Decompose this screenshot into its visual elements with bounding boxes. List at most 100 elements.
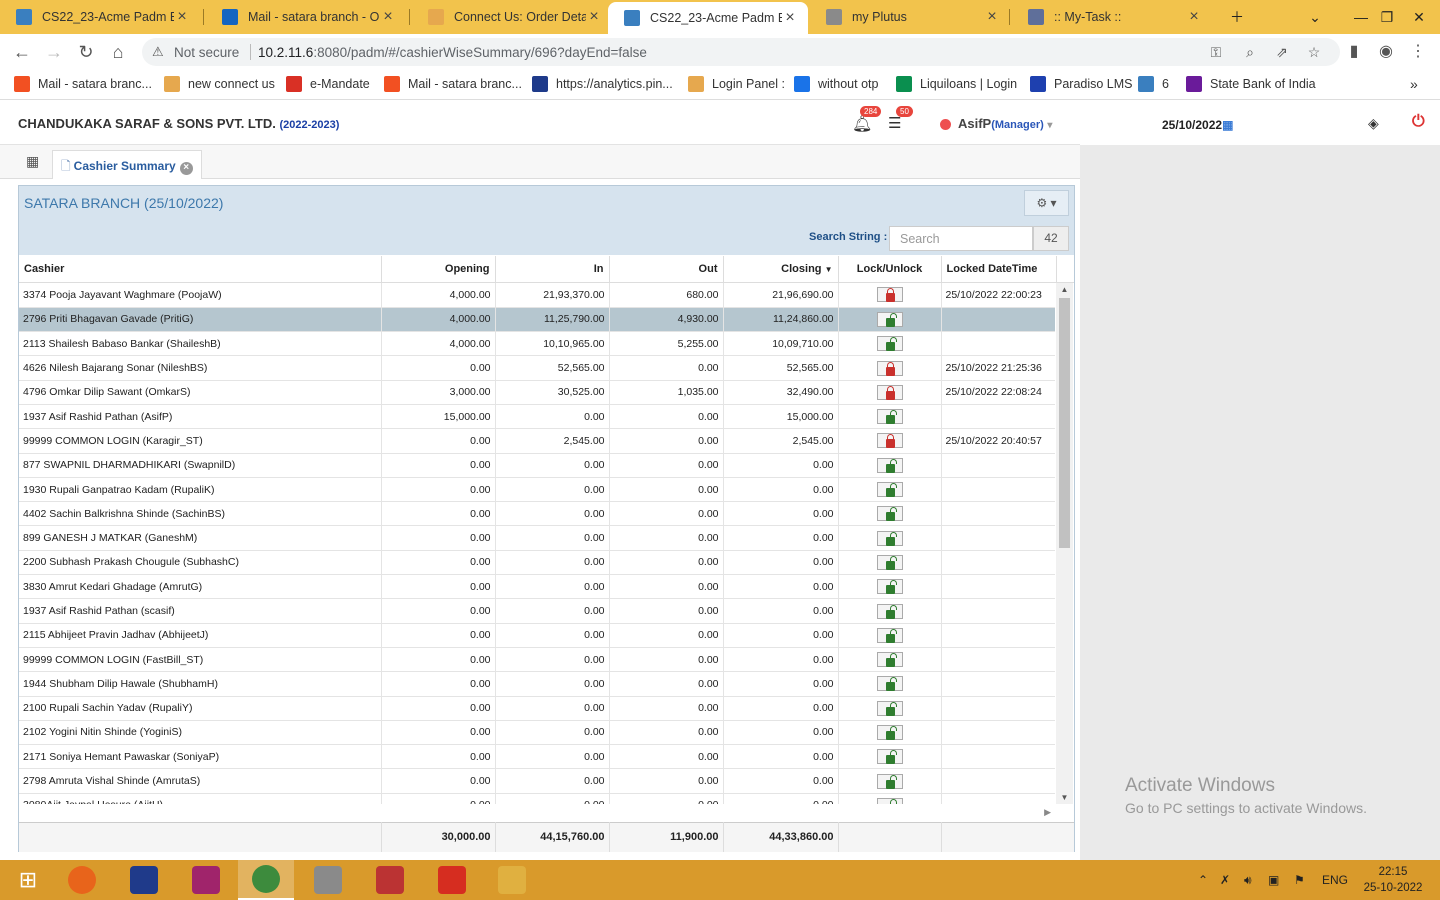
table-row[interactable]: 1930 Rupali Ganpatrao Kadam (RupaliK) 0.0… bbox=[19, 477, 1055, 503]
table-row[interactable]: 2798 Amruta Vishal Shinde (AmrutaS) 0.00 0… bbox=[19, 768, 1055, 794]
user-menu[interactable]: AsifP(Manager) ▾ bbox=[958, 116, 1052, 131]
lock-icon[interactable] bbox=[876, 360, 903, 376]
search-input[interactable] bbox=[889, 226, 1033, 251]
browser-tab[interactable]: Connect Us: Order Details × bbox=[412, 0, 612, 34]
table-row[interactable]: 1937 Asif Rashid Pathan (AsifP) 15,000.00… bbox=[19, 404, 1055, 430]
tool-app-icon[interactable] bbox=[362, 860, 418, 900]
calendar-icon[interactable]: ▦ bbox=[1222, 118, 1233, 132]
table-row[interactable]: 3830 Amrut Kedari Ghadage (AmrutG) 0.00 0.… bbox=[19, 574, 1055, 600]
back-icon[interactable]: ← bbox=[8, 38, 36, 66]
power-icon[interactable]: ⏻ bbox=[1412, 113, 1425, 131]
windows-start-icon[interactable]: ⊞ bbox=[0, 860, 56, 900]
table-row[interactable]: 3080Ajit Jaypal Hasure (AjitH)0.000.000.… bbox=[19, 793, 1055, 804]
browser-tab[interactable]: CS22_23-Acme Padm ERP× bbox=[0, 0, 200, 34]
firefox-icon[interactable] bbox=[54, 860, 110, 900]
unlock-icon[interactable] bbox=[876, 773, 903, 789]
bookmark-item[interactable]: Liquiloans | Login bbox=[896, 76, 1017, 92]
col-cashier[interactable]: Cashier bbox=[19, 256, 382, 283]
bell-icon[interactable]: 🔔︎ bbox=[852, 114, 872, 134]
browser-tab[interactable]: :: My-Task :: × bbox=[1012, 0, 1212, 34]
bookmark-item[interactable]: Login Panel : bbox=[688, 76, 785, 92]
unlock-icon[interactable] bbox=[876, 603, 903, 619]
bookmark-item[interactable]: Paradiso LMS bbox=[1030, 76, 1133, 92]
table-row[interactable]: 2796 Priti Bhagavan Gavade (PritiG) 4,000… bbox=[19, 307, 1055, 333]
close-tab-icon[interactable]: × bbox=[782, 9, 798, 27]
sidepanel-icon[interactable]: ▮ bbox=[1340, 38, 1368, 66]
bookmark-item[interactable]: without otp bbox=[794, 76, 878, 92]
url-field[interactable]: ⚠ Not secure 10.2.11.6:8080/padm/#/cashi… bbox=[142, 38, 1340, 66]
scroll-thumb[interactable] bbox=[1059, 298, 1070, 548]
table-row[interactable]: 2200 Subhash Prakash Chougule (SubhashC)… bbox=[19, 550, 1055, 576]
menu-icon[interactable]: ⋮ bbox=[1404, 38, 1432, 66]
table-row[interactable]: 4796 Omkar Dilip Sawant (OmkarS) 3,000.00… bbox=[19, 380, 1055, 405]
table-row[interactable]: 3374 Pooja Jayavant Waghmare (PoojaW) 4,0… bbox=[19, 283, 1055, 308]
unlock-icon[interactable] bbox=[876, 530, 903, 546]
table-row[interactable]: 99999 COMMON LOGIN (Karagir_ST) 0.00 2,545… bbox=[19, 428, 1055, 454]
unlock-icon[interactable] bbox=[876, 336, 903, 352]
browser-tab[interactable]: my Plutus × bbox=[810, 0, 1010, 34]
alert-icon[interactable]: ⚑ bbox=[1294, 860, 1305, 900]
browser-tab[interactable]: CS22_23-Acme Padm ERP× bbox=[608, 2, 808, 34]
bookmark-item[interactable]: new connect us bbox=[164, 76, 275, 92]
col-opening[interactable]: Opening bbox=[381, 256, 496, 283]
bookmark-item[interactable]: Mail - satara branc... bbox=[384, 76, 522, 92]
table-row[interactable]: 4402 Sachin Balkrishna Shinde (SachinBS)… bbox=[19, 501, 1055, 527]
language-indicator[interactable]: ENG bbox=[1322, 860, 1348, 900]
forward-icon[interactable]: → bbox=[40, 38, 68, 66]
table-row[interactable]: 2115 Abhijeet Pravin Jadhav (AbhijeetJ) 0… bbox=[19, 623, 1055, 648]
scroll-up-icon[interactable]: ▲ bbox=[1056, 285, 1073, 294]
business-date[interactable]: 25/10/2022▦ bbox=[1162, 118, 1233, 132]
network-icon[interactable]: ▣ bbox=[1268, 860, 1279, 900]
table-row[interactable]: 899 GANESH J MATKAR (GaneshM) 0.00 0.00 0.0… bbox=[19, 525, 1055, 551]
unlock-icon[interactable] bbox=[876, 700, 903, 716]
lock-icon[interactable] bbox=[876, 384, 903, 400]
tab-cashier-summary[interactable]: 🗋︎ Cashier Summary × bbox=[52, 150, 202, 179]
vnc-icon[interactable] bbox=[116, 860, 172, 900]
zoom-icon[interactable]: ⌕ bbox=[1240, 44, 1260, 61]
scroll-right-icon[interactable]: ▶ bbox=[1044, 807, 1051, 818]
unlock-icon[interactable] bbox=[876, 506, 903, 522]
col-in[interactable]: In bbox=[495, 256, 610, 283]
tray-app-icon[interactable]: ✗ bbox=[1220, 860, 1230, 900]
camera-app-icon[interactable] bbox=[178, 860, 234, 900]
close-tab-icon[interactable]: × bbox=[984, 8, 1000, 26]
printer-icon[interactable] bbox=[300, 860, 356, 900]
table-row[interactable]: 2100 Rupali Sachin Yadav (RupaliY) 0.00 0.… bbox=[19, 696, 1055, 721]
unlock-icon[interactable] bbox=[876, 579, 903, 595]
unlock-icon[interactable] bbox=[876, 627, 903, 643]
chrome-icon[interactable] bbox=[238, 860, 294, 900]
home-icon[interactable]: ⌂ bbox=[104, 38, 132, 66]
settings-gear-button[interactable]: ⚙ ▾ bbox=[1024, 190, 1069, 216]
lock-icon[interactable] bbox=[876, 287, 903, 303]
col-lock-unlock[interactable]: Lock/Unlock bbox=[838, 256, 942, 283]
more-bookmarks-icon[interactable]: » bbox=[1410, 76, 1418, 92]
lock-icon[interactable] bbox=[876, 433, 903, 449]
close-tab-icon[interactable]: × bbox=[174, 8, 190, 26]
table-row[interactable]: 2113 Shailesh Babaso Bankar (ShaileshB) 4… bbox=[19, 331, 1055, 357]
bookmark-item[interactable]: https://analytics.pin... bbox=[532, 76, 673, 92]
eye-slash-icon[interactable]: ◈ bbox=[1368, 115, 1379, 132]
file-explorer-icon[interactable] bbox=[484, 860, 540, 900]
unlock-icon[interactable] bbox=[876, 409, 903, 425]
unlock-icon[interactable] bbox=[876, 482, 903, 498]
table-row[interactable]: 2171 Soniya Hemant Pawaskar (SoniyaP) 0.0… bbox=[19, 744, 1055, 770]
bookmark-item[interactable]: State Bank of India bbox=[1186, 76, 1316, 92]
clock[interactable]: 22:15 25-10-2022 bbox=[1358, 864, 1428, 896]
unlock-icon[interactable] bbox=[876, 749, 903, 765]
unlock-icon[interactable] bbox=[876, 652, 903, 668]
wps-icon[interactable] bbox=[424, 860, 480, 900]
close-tab-icon[interactable]: × bbox=[179, 162, 193, 175]
new-tab-button[interactable]: ＋ bbox=[1214, 0, 1260, 34]
col-closing[interactable]: Closing ▼ bbox=[723, 256, 839, 283]
unlock-icon[interactable] bbox=[876, 676, 903, 692]
scroll-down-icon[interactable]: ▼ bbox=[1056, 793, 1073, 802]
table-row[interactable]: 4626 Nilesh Bajarang Sonar (NileshBS) 0.0… bbox=[19, 355, 1055, 381]
tray-chevron-icon[interactable]: ⌃ bbox=[1198, 860, 1208, 900]
col-locked-datetime[interactable]: Locked DateTime bbox=[941, 256, 1057, 283]
bookmark-star-icon[interactable]: ☆ bbox=[1304, 44, 1324, 61]
unlock-icon[interactable] bbox=[876, 457, 903, 473]
profile-icon[interactable]: ◉ bbox=[1372, 38, 1400, 66]
table-row[interactable]: 1937 Asif Rashid Pathan (scasif) 0.00 0.00… bbox=[19, 598, 1055, 624]
table-row[interactable]: 877 SWAPNIL DHARMADHIKARI (SwapnilD) 0.00… bbox=[19, 453, 1055, 478]
apps-grid-icon[interactable]: ▦ bbox=[26, 153, 39, 170]
